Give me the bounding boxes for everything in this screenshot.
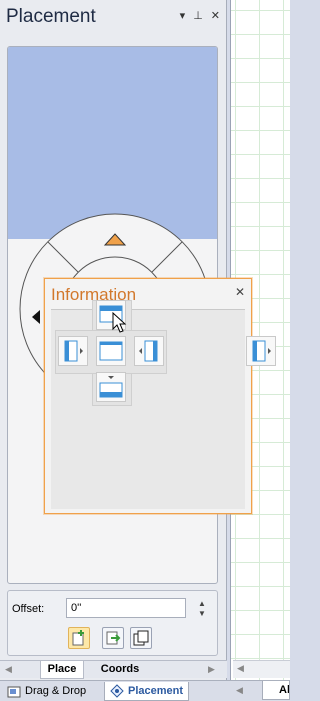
bottom-scroll-left-icon[interactable]: ◀ <box>236 685 243 696</box>
dropdown-icon[interactable]: ▾ <box>180 10 186 22</box>
pane-controls: ▾ ⊥ ✕ <box>180 10 220 22</box>
close-icon[interactable]: ✕ <box>211 10 220 22</box>
tab-drag-drop[interactable]: Drag & Drop <box>2 682 91 701</box>
pane-tab-strip: ◀ Place Coords ▶ <box>0 660 227 679</box>
tab-place[interactable]: Place <box>40 661 84 679</box>
tab-placement-label: Placement <box>128 684 184 697</box>
dock-right-icon[interactable] <box>134 336 164 366</box>
pin-icon[interactable]: ⊥ <box>193 10 203 22</box>
add-shape-button[interactable] <box>68 627 90 649</box>
information-dialog: Information ✕ <box>44 278 252 514</box>
offset-spinner[interactable]: ▲ ▼ <box>191 599 213 619</box>
offset-label: Offset: <box>12 603 45 615</box>
horizontal-scrollbar[interactable]: ◀ <box>233 660 290 678</box>
scroll-left-icon[interactable]: ◀ <box>237 663 244 674</box>
placement-icon <box>110 684 124 698</box>
bottom-tab-bar: Drag & Drop Placement ◀ <box>0 680 290 701</box>
copy-button[interactable] <box>130 627 152 649</box>
dock-bottom-icon[interactable] <box>96 372 126 402</box>
tab-all[interactable]: All <box>262 681 290 700</box>
add-page-icon <box>72 630 84 646</box>
close-icon[interactable]: ✕ <box>235 285 245 299</box>
tab-placement[interactable]: Placement <box>104 682 190 701</box>
export-button[interactable] <box>102 627 124 649</box>
dock-outer-right-icon[interactable] <box>246 336 276 366</box>
offset-group: Offset: ▲▼ <box>7 590 218 656</box>
offset-input[interactable] <box>66 598 186 618</box>
pane-title: Placement <box>6 6 96 27</box>
dock-center-icon[interactable] <box>96 336 126 366</box>
tab-scroll-right-icon[interactable]: ▶ <box>208 664 215 675</box>
mouse-pointer-icon <box>112 312 127 333</box>
export-icon <box>106 631 121 645</box>
drag-drop-icon <box>7 686 21 697</box>
copy-icon <box>133 630 149 646</box>
dock-left-icon[interactable] <box>58 336 88 366</box>
tab-coords[interactable]: Coords <box>90 661 150 679</box>
tab-scroll-left-icon[interactable]: ◀ <box>5 664 12 675</box>
tab-drag-drop-label: Drag & Drop <box>25 685 87 697</box>
